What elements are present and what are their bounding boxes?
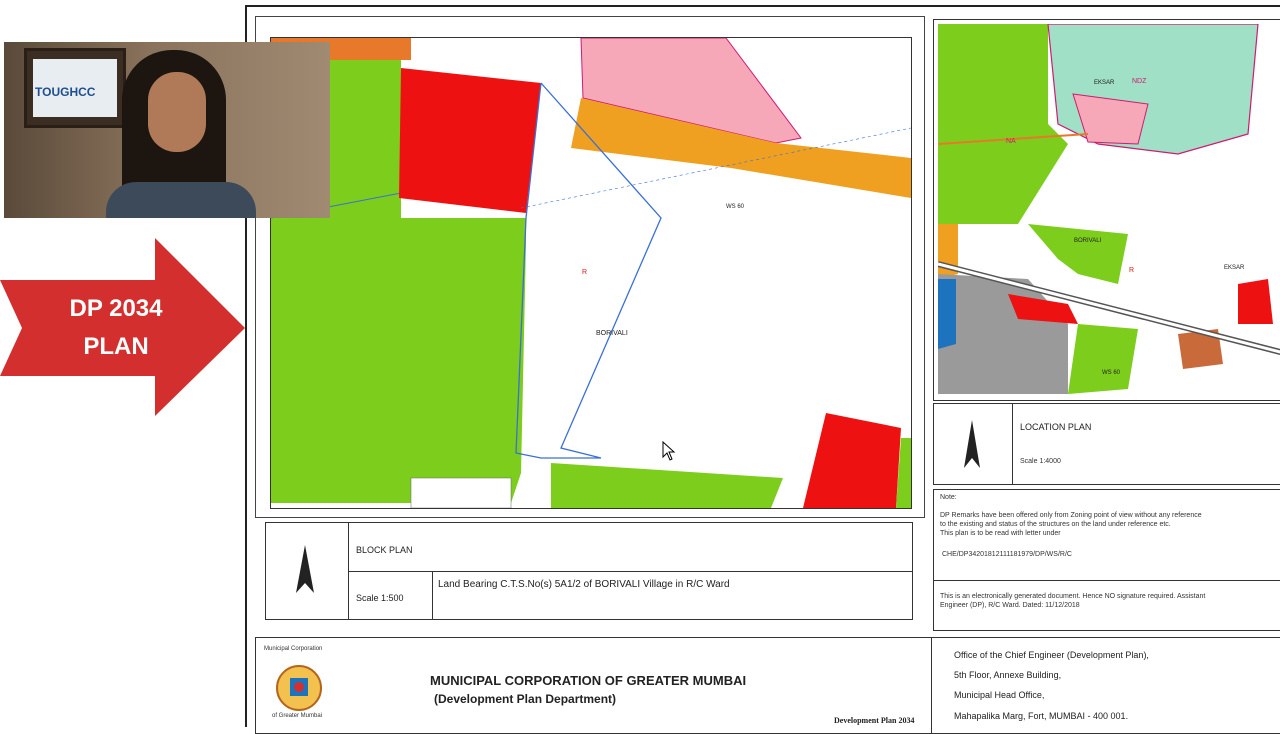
- notes-box: Note: DP Remarks have been offered only …: [933, 489, 1280, 631]
- map-label-zone-r: R: [582, 269, 588, 276]
- footer-address-2: 5th Floor, Annexe Building,: [954, 670, 1062, 680]
- notes-electronic-line-1: This is an electronically generated docu…: [940, 593, 1206, 600]
- north-arrow-icon: [296, 545, 314, 593]
- seal-text-bottom: of Greater Mumbai: [272, 713, 323, 719]
- loc-label-ws: WS 60: [1102, 370, 1121, 376]
- map-label-borivali: BORIVALI: [596, 330, 628, 337]
- dp-banner-line-1: DP 2034: [69, 295, 163, 322]
- footer-dept-name: (Development Plan Department): [434, 692, 617, 706]
- loc-label-r: R: [1129, 267, 1135, 274]
- footer-address-3: Municipal Head Office,: [954, 690, 1045, 700]
- location-plan-title: LOCATION PLAN: [1020, 422, 1092, 432]
- notes-electronic-line-2: Engineer (DP), R/C Ward. Dated: 11/12/20…: [940, 602, 1080, 609]
- footer-plan-label: Development Plan 2034: [834, 716, 915, 725]
- north-arrow-icon: [964, 420, 980, 468]
- notes-reference: CHE/DP34201812111181979/DP/WS/R/C: [942, 551, 1072, 558]
- dp-banner-line-2: PLAN: [83, 333, 149, 360]
- footer-address-1: Office of the Chief Engineer (Developmen…: [954, 650, 1149, 660]
- loc-label-ndz: NDZ: [1132, 78, 1147, 85]
- location-plan-title-box: LOCATION PLAN Scale 1:4000: [933, 403, 1280, 485]
- footer-org-name: MUNICIPAL CORPORATION OF GREATER MUMBAI: [430, 673, 747, 688]
- dp-banner-text: DP 2034 PLAN: [0, 290, 232, 366]
- notes-line-1: DP Remarks have been offered only from Z…: [940, 512, 1202, 519]
- block-plan-map: [270, 37, 912, 509]
- footer-box: Municipal Corporation of Greater Mumbai …: [255, 637, 1280, 734]
- block-plan-map-frame: BORIVALI R WS 60: [255, 16, 925, 518]
- presenter-figure: [106, 42, 256, 218]
- seal-text-top: Municipal Corporation: [264, 646, 323, 652]
- mcgm-seal-logo: [276, 665, 322, 711]
- block-plan-title: BLOCK PLAN: [356, 545, 413, 555]
- loc-label-borivali: BORIVALI: [1074, 238, 1102, 244]
- block-plan-title-box: BLOCK PLAN Scale 1:500 Land Bearing C.T.…: [265, 522, 913, 620]
- notes-heading: Note:: [940, 494, 957, 501]
- location-plan-map-frame: EKSAR NDZ NA BORIVALI R EKSAR WS 60: [933, 19, 1280, 401]
- loc-label-eksar-1: EKSAR: [1094, 80, 1115, 86]
- webcam-logo-text: TOUGHCC: [35, 85, 96, 99]
- block-plan-land-text: Land Bearing C.T.S.No(s) 5A1/2 of BORIVA…: [438, 579, 730, 590]
- loc-label-eksar-2: EKSAR: [1224, 265, 1245, 271]
- webcam-logo: TOUGHCC: [24, 48, 126, 128]
- block-plan-scale: Scale 1:500: [356, 593, 404, 603]
- notes-line-3: This plan is to be read with letter unde…: [940, 530, 1061, 537]
- presenter-webcam: TOUGHCC: [4, 42, 330, 218]
- loc-label-na: NA: [1006, 138, 1016, 145]
- location-plan-scale: Scale 1:4000: [1020, 458, 1061, 465]
- dp-sheet: BORIVALI R WS 60 EKSAR NDZ NA BORIVALI R…: [245, 5, 1280, 734]
- notes-line-2: to the existing and status of the struct…: [940, 521, 1171, 528]
- map-label-road: WS 60: [726, 204, 745, 210]
- mouse-pointer-icon: [662, 441, 676, 461]
